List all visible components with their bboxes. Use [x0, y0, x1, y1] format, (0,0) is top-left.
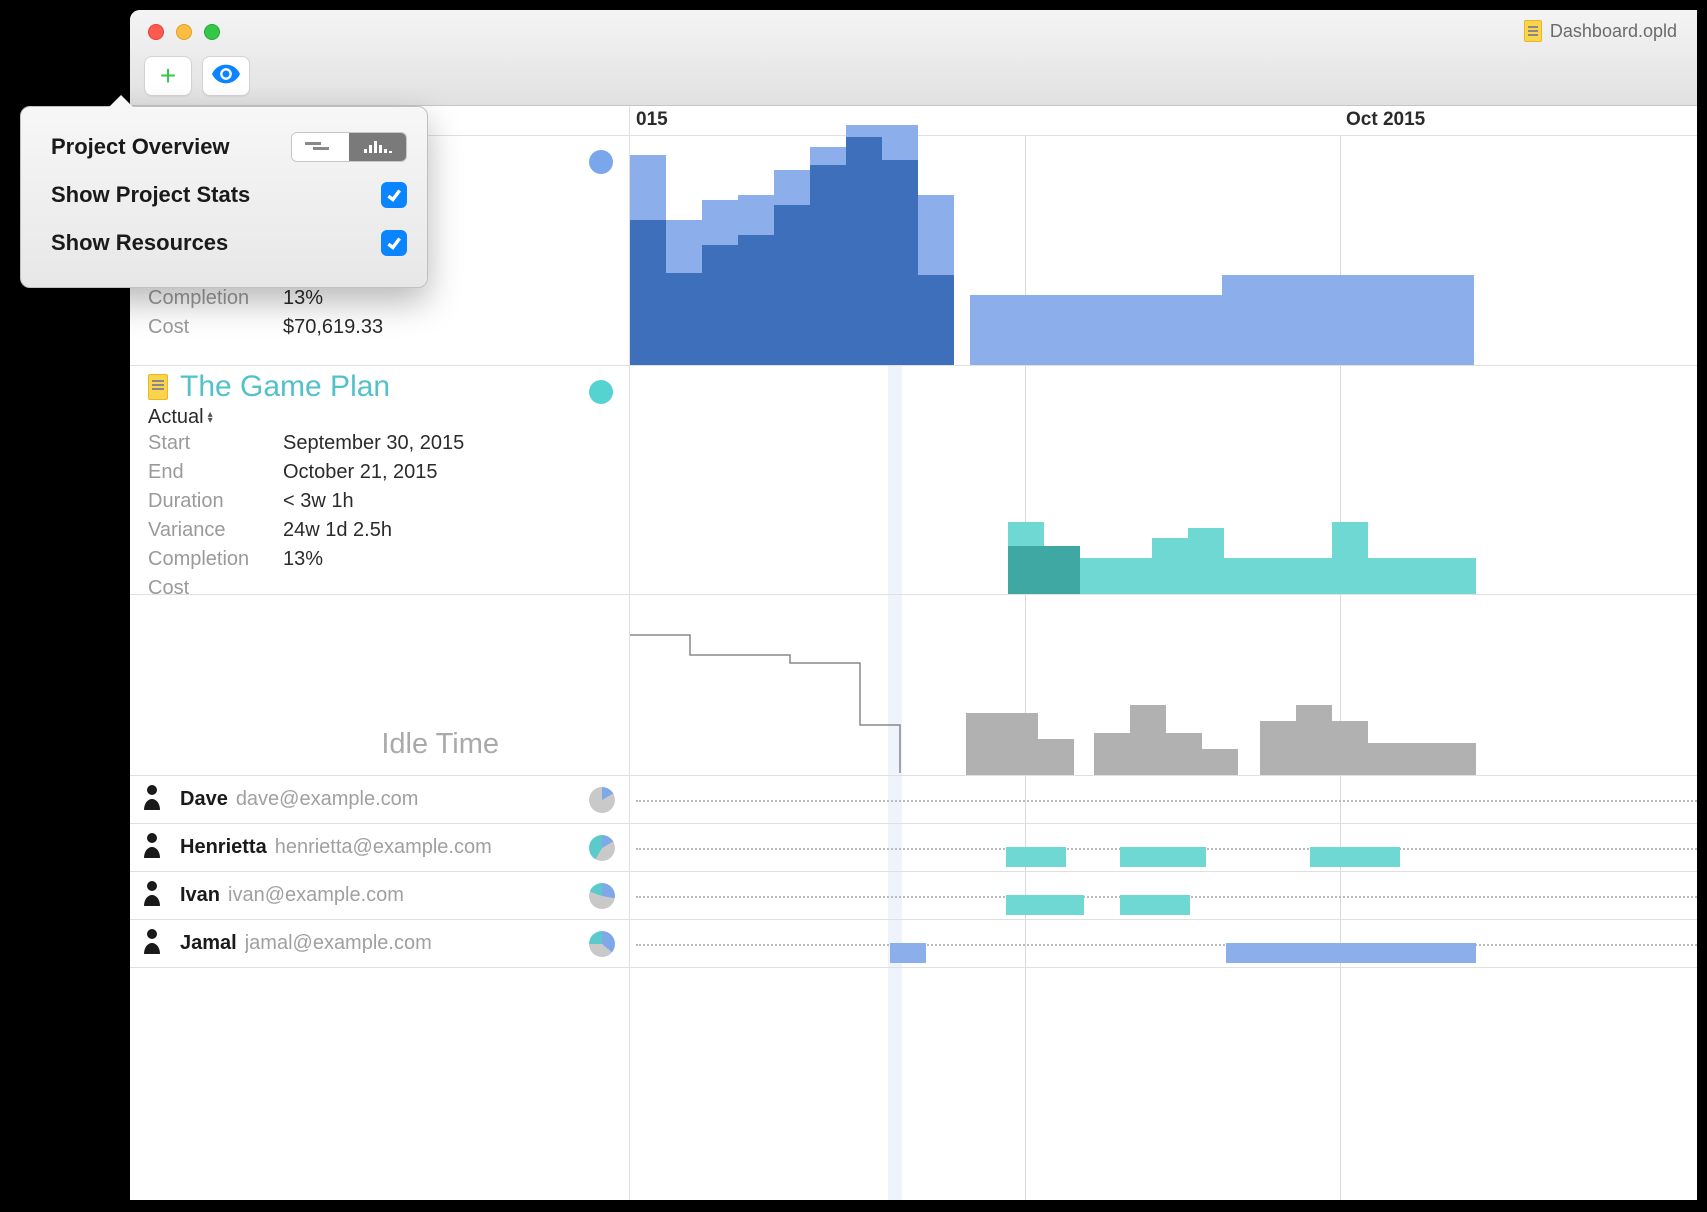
resource-name: Henrietta [180, 836, 267, 859]
person-icon [142, 880, 162, 911]
project2-chart [630, 366, 1697, 595]
window-title-text: Dashboard.opld [1550, 21, 1677, 42]
resource-name: Ivan [180, 884, 220, 907]
resource-row[interactable]: Jamal jamal@example.com [130, 920, 629, 968]
resource-name: Dave [180, 788, 228, 811]
document-icon [1524, 20, 1542, 42]
add-button[interactable]: + [144, 56, 192, 96]
gantt-view-option[interactable] [292, 133, 349, 161]
resource-row[interactable]: Henrietta henrietta@example.com [130, 824, 629, 872]
resource-timeline-row [630, 920, 1697, 968]
person-icon [142, 832, 162, 863]
allocation-bar[interactable] [1006, 847, 1066, 867]
resource-email: dave@example.com [236, 788, 419, 811]
project-overview-label: Project Overview [51, 134, 230, 160]
project-block-2: The Game Plan Actual ▴▾ StartSeptember 3… [130, 366, 629, 595]
project-mode-selector[interactable]: Actual ▴▾ [148, 406, 611, 429]
idle-time-label: Idle Time [381, 728, 499, 761]
overview-mode-segmented-control[interactable] [291, 132, 407, 162]
resource-row[interactable]: Dave dave@example.com [130, 776, 629, 824]
project-title[interactable]: The Game Plan [148, 370, 611, 404]
chevron-updown-icon: ▴▾ [208, 412, 213, 424]
project-color-dot [589, 150, 613, 174]
show-project-stats-label: Show Project Stats [51, 182, 250, 208]
month-label-right: Oct 2015 [1346, 109, 1425, 131]
timeline-area[interactable]: 015 Oct 2015 [630, 106, 1697, 1200]
minimize-window-button[interactable] [176, 24, 192, 40]
resource-timeline-row [630, 872, 1697, 920]
timeline-track [636, 800, 1697, 802]
resource-timeline-row [630, 776, 1697, 824]
resource-name: Jamal [180, 932, 237, 955]
titlebar: Dashboard.opld + [130, 10, 1697, 106]
bar-chart-view-option[interactable] [349, 133, 406, 161]
allocation-pie-icon [589, 835, 615, 861]
show-project-stats-checkbox[interactable] [381, 182, 407, 208]
resource-timeline-row [630, 824, 1697, 872]
window-title: Dashboard.opld [1524, 20, 1677, 42]
month-label-left: 015 [636, 109, 668, 131]
allocation-bar[interactable] [1310, 847, 1400, 867]
allocation-pie-icon [589, 931, 615, 957]
resource-email: henrietta@example.com [275, 836, 492, 859]
idle-outline [630, 595, 930, 776]
idle-chart [630, 595, 1697, 776]
timeline-header: 015 Oct 2015 [630, 106, 1697, 136]
allocation-bar[interactable] [1006, 895, 1084, 915]
show-resources-checkbox[interactable] [381, 230, 407, 256]
project-color-dot [589, 380, 613, 404]
project2-title: The Game Plan [180, 370, 390, 404]
resource-row[interactable]: Ivan ivan@example.com [130, 872, 629, 920]
person-icon [142, 784, 162, 815]
view-options-popover: Project Overview Show Project Stats Show… [20, 106, 428, 288]
document-icon [148, 374, 168, 400]
zoom-window-button[interactable] [204, 24, 220, 40]
toolbar: + [144, 56, 250, 96]
allocation-bar[interactable] [890, 943, 926, 963]
plus-icon: + [160, 60, 176, 92]
show-resources-label: Show Resources [51, 230, 228, 256]
view-options-button[interactable] [202, 56, 250, 96]
idle-block: Idle Time [130, 595, 629, 776]
allocation-bar[interactable] [1120, 895, 1190, 915]
resource-email: ivan@example.com [228, 884, 404, 907]
allocation-pie-icon [589, 883, 615, 909]
resource-email: jamal@example.com [245, 932, 432, 955]
project1-chart [630, 136, 1697, 366]
allocation-bar[interactable] [1120, 847, 1206, 867]
close-window-button[interactable] [148, 24, 164, 40]
resource-timelines [630, 776, 1697, 968]
allocation-bar[interactable] [1226, 943, 1476, 963]
allocation-pie-icon [589, 787, 615, 813]
person-icon [142, 928, 162, 959]
eye-icon [212, 64, 240, 89]
timeline-track [636, 944, 1697, 946]
resource-list: Dave dave@example.com Henrietta henrietta@e… [130, 776, 629, 968]
traffic-lights [148, 24, 220, 40]
